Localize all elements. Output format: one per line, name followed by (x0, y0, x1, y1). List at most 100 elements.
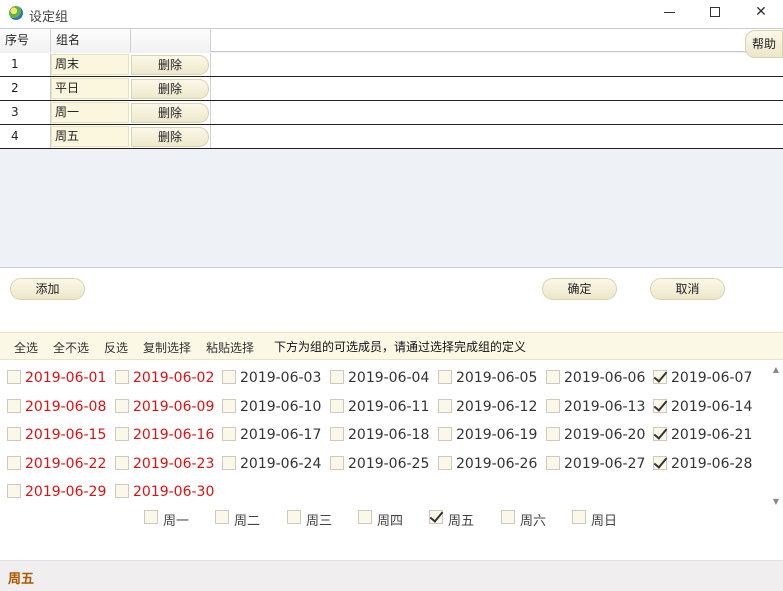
date-option[interactable]: 2019-06-24 (222, 455, 326, 475)
checkbox-icon[interactable] (7, 456, 21, 470)
header-name[interactable]: 组名 (51, 29, 131, 52)
delete-button[interactable]: 删除 (131, 127, 209, 147)
ok-button[interactable]: 确定 (542, 278, 617, 300)
checkbox-icon[interactable] (222, 456, 236, 470)
delete-button[interactable]: 删除 (131, 103, 209, 123)
date-option[interactable]: 2019-06-21 (653, 426, 757, 446)
checkbox-icon[interactable] (7, 399, 21, 413)
delete-button[interactable]: 删除 (131, 79, 209, 99)
checkbox-icon[interactable] (115, 399, 129, 413)
date-option[interactable]: 2019-06-18 (330, 426, 434, 446)
checkbox-icon[interactable] (222, 399, 236, 413)
date-option[interactable]: 2019-06-22 (7, 455, 111, 475)
delete-button[interactable]: 删除 (131, 55, 209, 75)
checkbox-icon[interactable] (438, 456, 452, 470)
weekday-option[interactable]: 周三 (287, 509, 347, 529)
cancel-button[interactable]: 取消 (650, 278, 725, 300)
group-name-field[interactable]: 周五 (51, 126, 129, 147)
help-button[interactable]: 帮助 (745, 30, 783, 58)
checkbox-checked-icon[interactable] (653, 427, 667, 441)
date-option[interactable]: 2019-06-26 (438, 455, 542, 475)
checkbox-checked-icon[interactable] (653, 456, 667, 470)
checkbox-icon[interactable] (115, 427, 129, 441)
date-option[interactable]: 2019-06-16 (115, 426, 219, 446)
checkbox-checked-icon[interactable] (653, 370, 667, 384)
group-name-field[interactable]: 平日 (51, 78, 129, 99)
checkbox-icon[interactable] (7, 484, 21, 498)
date-option[interactable]: 2019-06-08 (7, 398, 111, 418)
date-option[interactable]: 2019-06-28 (653, 455, 757, 475)
group-name-field[interactable]: 周末 (51, 54, 129, 75)
date-option[interactable]: 2019-06-03 (222, 369, 326, 389)
checkbox-icon[interactable] (358, 510, 372, 524)
checkbox-icon[interactable] (438, 399, 452, 413)
checkbox-icon[interactable] (222, 370, 236, 384)
date-option[interactable]: 2019-06-19 (438, 426, 542, 446)
checkbox-icon[interactable] (330, 399, 344, 413)
checkbox-icon[interactable] (115, 484, 129, 498)
checkbox-icon[interactable] (501, 510, 515, 524)
date-option[interactable]: 2019-06-12 (438, 398, 542, 418)
maximize-button[interactable] (692, 0, 738, 26)
checkbox-checked-icon[interactable] (429, 510, 443, 524)
date-option[interactable]: 2019-06-20 (546, 426, 650, 446)
date-option[interactable]: 2019-06-27 (546, 455, 650, 475)
date-option[interactable]: 2019-06-06 (546, 369, 650, 389)
checkbox-icon[interactable] (287, 510, 301, 524)
date-option[interactable]: 2019-06-05 (438, 369, 542, 389)
header-index[interactable]: 序号 (0, 29, 51, 52)
table-row[interactable]: 4 周五 删除 (0, 125, 783, 149)
select-none-link[interactable]: 全不选 (53, 339, 89, 356)
date-option[interactable]: 2019-06-15 (7, 426, 111, 446)
table-row[interactable]: 3 周一 删除 (0, 101, 783, 125)
checkbox-icon[interactable] (546, 399, 560, 413)
weekday-option[interactable]: 周六 (501, 509, 561, 529)
date-option[interactable]: 2019-06-11 (330, 398, 434, 418)
weekday-option[interactable]: 周五 (429, 509, 489, 529)
checkbox-icon[interactable] (546, 427, 560, 441)
date-option[interactable]: 2019-06-30 (115, 483, 219, 503)
checkbox-icon[interactable] (7, 370, 21, 384)
date-option[interactable]: 2019-06-25 (330, 455, 434, 475)
weekday-option[interactable]: 周二 (215, 509, 275, 529)
checkbox-icon[interactable] (215, 510, 229, 524)
table-row[interactable]: 2 平日 删除 (0, 77, 783, 101)
table-row[interactable]: 1 周末 删除 (0, 53, 783, 77)
checkbox-icon[interactable] (438, 427, 452, 441)
invert-selection-link[interactable]: 反选 (104, 339, 128, 356)
select-all-link[interactable]: 全选 (14, 339, 38, 356)
checkbox-icon[interactable] (572, 510, 586, 524)
date-option[interactable]: 2019-06-17 (222, 426, 326, 446)
checkbox-icon[interactable] (144, 510, 158, 524)
date-option[interactable]: 2019-06-09 (115, 398, 219, 418)
checkbox-checked-icon[interactable] (653, 399, 667, 413)
checkbox-icon[interactable] (330, 456, 344, 470)
checkbox-icon[interactable] (438, 370, 452, 384)
checkbox-icon[interactable] (222, 427, 236, 441)
date-option[interactable]: 2019-06-29 (7, 483, 111, 503)
minimize-button[interactable] (646, 0, 692, 26)
date-option[interactable]: 2019-06-13 (546, 398, 650, 418)
checkbox-icon[interactable] (330, 370, 344, 384)
copy-selection-link[interactable]: 复制选择 (143, 339, 191, 356)
weekday-option[interactable]: 周日 (572, 509, 632, 529)
weekday-option[interactable]: 周四 (358, 509, 418, 529)
scroll-up-icon[interactable]: ▲ (769, 364, 783, 376)
scroll-down-icon[interactable]: ▼ (769, 496, 783, 508)
checkbox-icon[interactable] (330, 427, 344, 441)
checkbox-icon[interactable] (7, 427, 21, 441)
date-option[interactable]: 2019-06-14 (653, 398, 757, 418)
paste-selection-link[interactable]: 粘贴选择 (206, 339, 254, 356)
add-button[interactable]: 添加 (10, 278, 85, 300)
checkbox-icon[interactable] (115, 370, 129, 384)
date-option[interactable]: 2019-06-01 (7, 369, 111, 389)
close-button[interactable]: ✕ (738, 0, 783, 26)
date-option[interactable]: 2019-06-02 (115, 369, 219, 389)
weekday-option[interactable]: 周一 (144, 509, 204, 529)
date-option[interactable]: 2019-06-23 (115, 455, 219, 475)
checkbox-icon[interactable] (546, 456, 560, 470)
checkbox-icon[interactable] (115, 456, 129, 470)
group-name-field[interactable]: 周一 (51, 102, 129, 123)
checkbox-icon[interactable] (546, 370, 560, 384)
date-option[interactable]: 2019-06-04 (330, 369, 434, 389)
